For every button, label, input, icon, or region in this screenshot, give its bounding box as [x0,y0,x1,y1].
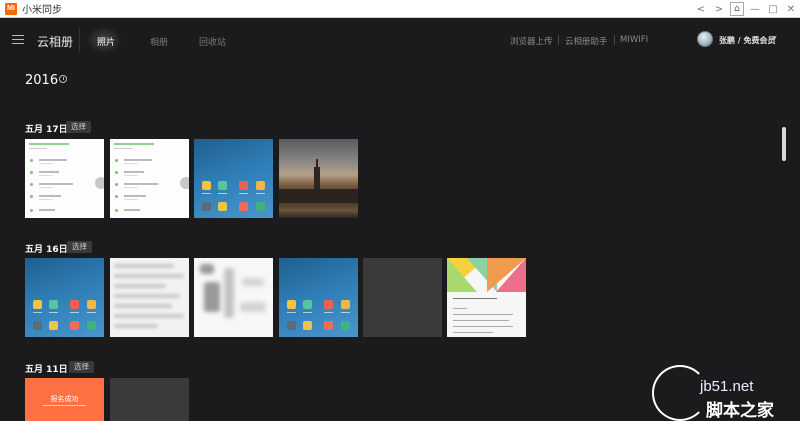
photo-thumbnail[interactable] [363,258,442,337]
chevron-down-icon[interactable]: ▼ [772,35,777,42]
photo-thumbnail[interactable]: 报名成功 [25,378,104,421]
photo-thumbnail[interactable] [110,378,189,421]
date-label: 五月 17日 [25,125,68,135]
mi-logo-icon: MI [5,2,17,15]
year-heading: 2016 [25,73,59,88]
minimize-button[interactable]: — [746,0,764,18]
watermark-name: 脚本之家 [706,401,774,421]
window-controls: < > ⌂ — □ ✕ [692,0,800,18]
miwifi-link[interactable]: MIWIFI [620,35,648,45]
date-label: 五月 16日 [25,245,68,255]
watermark-site: jb51.net [700,378,754,395]
select-button[interactable]: 选择 [69,361,94,373]
avatar[interactable] [697,31,713,47]
header-divider [79,28,80,52]
link-separator [614,35,615,45]
scrollbar[interactable] [782,127,786,161]
photo-thumbnail[interactable] [25,139,104,218]
photo-thumbnail[interactable] [110,258,189,337]
tab-albums[interactable]: 相册 [150,35,168,48]
link-separator [558,35,559,45]
album-assistant-link[interactable]: 云相册助手 [565,35,608,47]
registration-text: 报名成功 [50,395,79,403]
browser-upload-link[interactable]: 浏览器上传 [510,35,553,47]
tab-photos[interactable]: 照片 [97,35,115,48]
back-icon[interactable]: < [692,0,710,18]
user-name[interactable]: 张鹏 / 免费会员 [719,35,776,46]
date-label: 五月 11日 [25,365,68,375]
forward-icon[interactable]: > [710,0,728,18]
select-button[interactable]: 选择 [67,241,92,253]
photo-thumbnail[interactable] [279,139,358,218]
select-button[interactable]: 选择 [66,121,91,133]
photo-thumbnail[interactable] [25,258,104,337]
brand-title: 云相册 [37,35,74,49]
tab-recycle-bin[interactable]: 回收站 [199,35,226,48]
photo-thumbnail[interactable] [110,139,189,218]
photo-thumbnail[interactable] [279,258,358,337]
hamburger-menu-icon[interactable] [12,32,24,46]
photo-thumbnail[interactable] [194,258,273,337]
photo-thumbnail[interactable] [447,258,526,337]
app-header: 云相册 照片 相册 回收站 浏览器上传 云相册助手 MIWIFI 张鹏 / 免费… [0,18,800,62]
photo-thumbnail[interactable] [194,139,273,218]
clock-icon[interactable] [59,75,67,83]
maximize-button[interactable]: □ [764,0,782,18]
close-button[interactable]: ✕ [782,0,800,18]
app-title: 小米同步 [22,5,62,16]
home-icon[interactable]: ⌂ [730,2,744,16]
window-titlebar: MI 小米同步 < > ⌂ — □ ✕ [0,0,800,18]
